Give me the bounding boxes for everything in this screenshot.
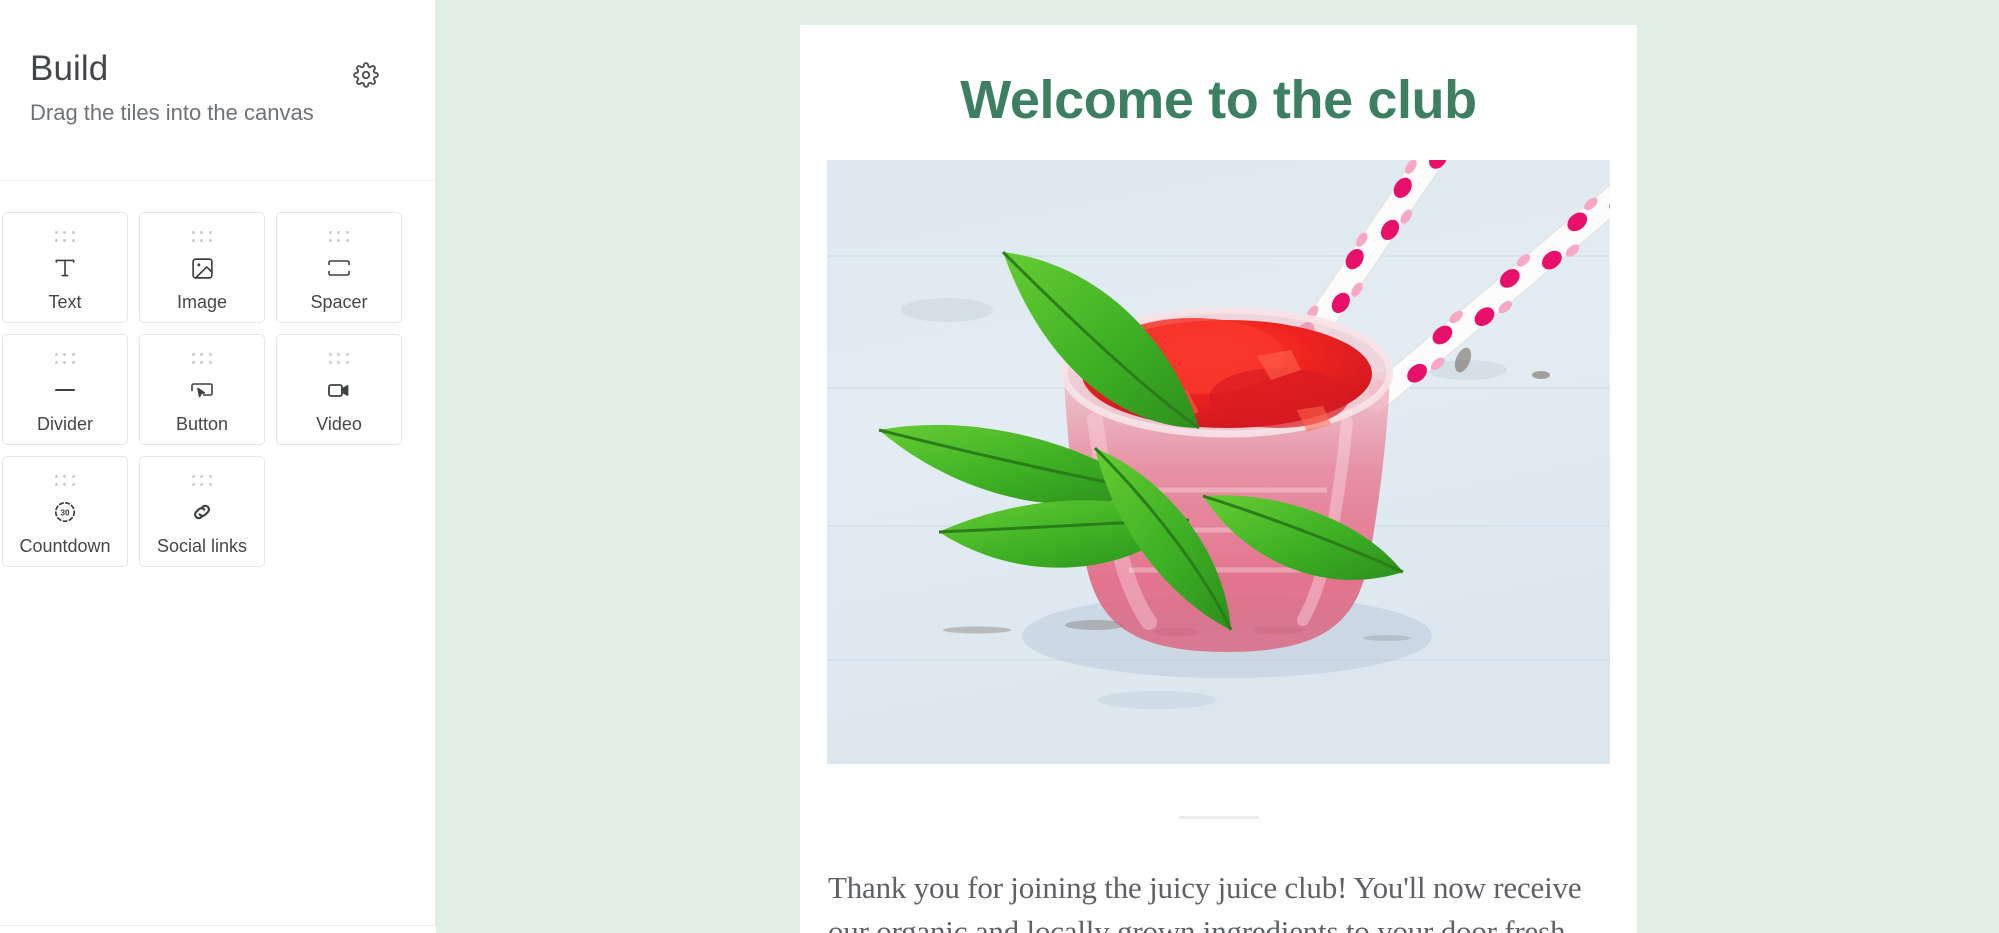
divider-icon <box>51 375 79 405</box>
drag-handle-icon[interactable] <box>191 230 213 243</box>
tile-countdown[interactable]: 30 Countdown <box>2 456 128 567</box>
drag-handle-icon[interactable] <box>328 352 350 365</box>
sidebar-header: Build Drag the tiles into the canvas <box>0 0 435 181</box>
tile-label: Image <box>176 292 228 312</box>
email-image-block[interactable] <box>827 160 1610 764</box>
image-icon <box>190 253 215 283</box>
email-builder-app: Build Drag the tiles into the canvas Tex… <box>0 0 1999 933</box>
email-heading[interactable]: Welcome to the club <box>800 70 1637 130</box>
tile-label: Countdown <box>19 536 111 556</box>
email-card[interactable]: Welcome to the club Thank you for joinin… <box>800 25 1637 933</box>
tile-label: Text <box>48 292 82 312</box>
text-icon <box>52 253 78 283</box>
gear-icon <box>353 62 379 88</box>
tile-text[interactable]: Text <box>2 212 128 323</box>
settings-button[interactable] <box>349 58 383 92</box>
tile-label: Button <box>175 414 229 434</box>
button-icon <box>187 375 217 405</box>
tile-label: Spacer <box>310 292 368 312</box>
svg-text:30: 30 <box>60 508 70 517</box>
drag-handle-icon[interactable] <box>54 352 76 365</box>
drag-handle-icon[interactable] <box>191 352 213 365</box>
sidebar-bottom-edge <box>0 925 436 933</box>
build-sidebar: Build Drag the tiles into the canvas Tex… <box>0 0 436 933</box>
tile-spacer[interactable]: Spacer <box>276 212 402 323</box>
drag-handle-icon[interactable] <box>54 474 76 487</box>
drink-photo-icon <box>827 160 1610 764</box>
tile-button[interactable]: Button <box>139 334 265 445</box>
email-body-text[interactable]: Thank you for joining the juicy juice cl… <box>828 866 1609 933</box>
video-icon <box>325 375 353 405</box>
tile-image[interactable]: Image <box>139 212 265 323</box>
tile-grid: Text Image Spacer Divider Button Video 3… <box>2 212 422 567</box>
email-divider-block[interactable] <box>800 816 1637 819</box>
tile-label: Social links <box>156 536 248 556</box>
drag-handle-icon[interactable] <box>328 230 350 243</box>
divider-line <box>1178 816 1259 819</box>
link-icon <box>189 497 215 527</box>
countdown-icon: 30 <box>52 497 78 527</box>
tile-social-links[interactable]: Social links <box>139 456 265 567</box>
tile-label: Video <box>316 414 362 434</box>
tile-divider[interactable]: Divider <box>2 334 128 445</box>
tile-label: Divider <box>36 414 93 434</box>
tile-video[interactable]: Video <box>276 334 402 445</box>
email-canvas[interactable]: Welcome to the club Thank you for joinin… <box>436 0 1999 933</box>
spacer-icon <box>325 253 353 283</box>
drag-handle-icon[interactable] <box>191 474 213 487</box>
sidebar-subtitle: Drag the tiles into the canvas <box>30 100 314 125</box>
drag-handle-icon[interactable] <box>54 230 76 243</box>
